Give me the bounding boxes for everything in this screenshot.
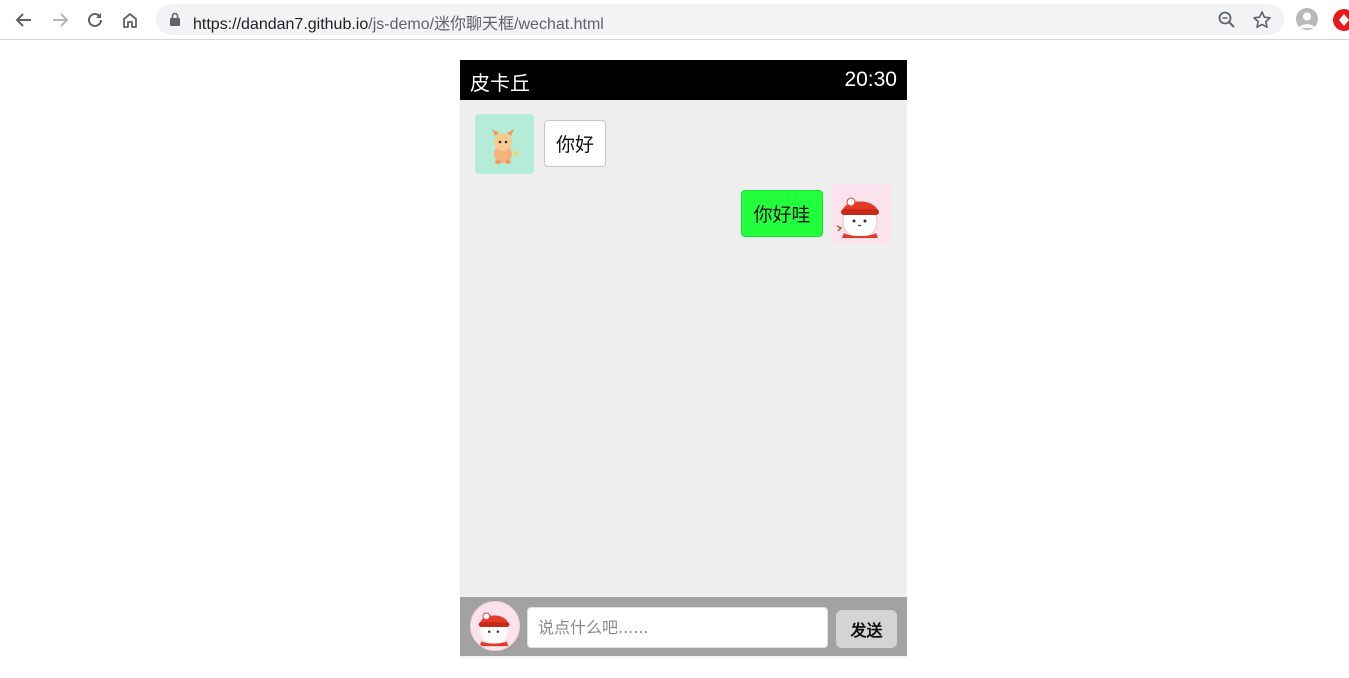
- chat-window: 皮卡丘 20:30 你好 你好哇 说点什么吧...... 发送: [460, 60, 907, 658]
- my-avatar: [470, 601, 520, 651]
- reload-button[interactable]: [81, 6, 109, 34]
- clock: 20:30: [844, 68, 897, 91]
- home-icon: [123, 13, 137, 28]
- reload-icon: [88, 12, 102, 27]
- extension-icon[interactable]: [1333, 9, 1349, 31]
- url-text: https://dandan7.github.io/js-demo/迷你聊天框/…: [193, 10, 604, 34]
- contact-name: 皮卡丘: [470, 71, 530, 95]
- chat-header: 皮卡丘 20:30: [460, 60, 907, 100]
- star-icon[interactable]: [1252, 10, 1272, 30]
- forward-button[interactable]: [46, 6, 74, 34]
- home-button[interactable]: [116, 6, 144, 34]
- browser-toolbar: https://dandan7.github.io/js-demo/迷你聊天框/…: [0, 0, 1349, 40]
- back-icon: [15, 13, 31, 27]
- message-bubble-received: 你好: [544, 120, 606, 167]
- message-list[interactable]: 你好 你好哇: [460, 100, 907, 597]
- my-avatar-message: [832, 184, 891, 244]
- zoom-icon[interactable]: [1217, 10, 1237, 30]
- contact-avatar: [475, 114, 534, 174]
- message-input[interactable]: [527, 607, 828, 648]
- message-bubble-sent: 你好哇: [741, 190, 823, 237]
- profile-icon[interactable]: [1296, 8, 1318, 30]
- url-host: https://dandan7.github.io: [193, 16, 369, 33]
- url-path: /js-demo/迷你聊天框/wechat.html: [368, 16, 604, 33]
- lock-icon: [170, 12, 180, 26]
- input-bar: 发送: [460, 597, 907, 656]
- back-button[interactable]: [10, 6, 38, 34]
- address-bar[interactable]: https://dandan7.github.io/js-demo/迷你聊天框/…: [156, 4, 1284, 35]
- send-button[interactable]: 发送: [836, 610, 897, 648]
- forward-icon: [53, 13, 69, 27]
